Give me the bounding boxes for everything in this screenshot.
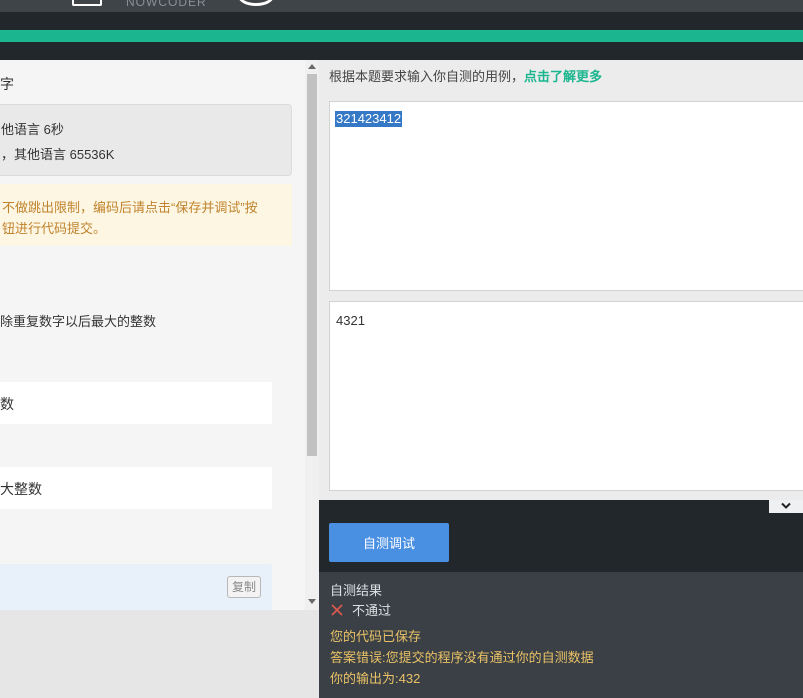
bottom-left-area [0,610,319,698]
test-input-field[interactable]: 321423412 [329,101,803,291]
avatar[interactable] [238,0,274,6]
output-description-box: 大整数 [0,467,272,509]
top-nav-bar: NOWCODER [0,0,803,12]
result-status: 不通过 [330,600,391,619]
scroll-thumb[interactable] [307,74,317,456]
selftest-hint: 根据本题要求输入你自测的用例，点击了解更多 [329,66,602,85]
fail-x-icon [331,604,343,616]
problem-scrollbar[interactable] [305,60,319,610]
notice-line-2: 钮进行代码提交。 [2,221,107,236]
scroll-up-icon[interactable] [308,64,316,69]
chevron-down-icon [781,502,791,509]
program-output: 你的输出为:432 [330,671,421,686]
error-message: 答案错误:您提交的程序没有通过你的自测数据 [330,650,594,665]
input-description: 数 [0,396,14,412]
scroll-down-icon[interactable] [308,599,316,604]
collapse-button[interactable] [769,500,803,513]
problem-title: 字 [0,76,14,92]
time-limit: 他语言 6秒 [1,122,64,137]
expected-output-value: 4321 [336,313,365,328]
expected-output-field[interactable]: 4321 [329,301,803,491]
accent-stripe [0,30,803,42]
result-panel: 自测结果 不通过 您的代码已保存 答案错误:您提交的程序没有通过你的自测数据 你… [319,572,803,698]
result-status-text: 不通过 [352,603,392,618]
saved-message: 您的代码已保存 [330,629,422,644]
memory-limit: ，其他语言 65536K [1,147,115,162]
sub-header-band [0,12,803,60]
input-description-box: 数 [0,382,272,424]
logo-text[interactable]: NOWCODER [126,0,207,8]
problem-panel: 字 他语言 6秒 ，其他语言 65536K 不做跳出限制，编码后请点击“保存并调… [0,60,305,610]
learn-more-link[interactable]: 点击了解更多 [524,69,602,84]
problem-description: 除重复数字以后最大的整数 [0,314,157,329]
result-title: 自测结果 [330,583,383,598]
output-description: 大整数 [0,481,42,497]
selftest-panel: 根据本题要求输入你自测的用例，点击了解更多 321423412 4321 [319,60,803,512]
selftest-hint-text: 根据本题要求输入你自测的用例， [329,69,525,84]
copy-button[interactable]: 复制 [227,576,261,598]
test-input-value: 321423412 [335,111,403,127]
selftest-toolbar: 自测调试 [319,500,803,572]
run-test-button[interactable]: 自测调试 [329,523,449,562]
logo-icon[interactable] [72,0,102,6]
notice-line-1: 不做跳出限制，编码后请点击“保存并调试”按 [2,200,258,215]
limits-box: 他语言 6秒 ，其他语言 65536K [0,104,292,176]
notice-box: 不做跳出限制，编码后请点击“保存并调试”按 钮进行代码提交。 [0,184,292,246]
